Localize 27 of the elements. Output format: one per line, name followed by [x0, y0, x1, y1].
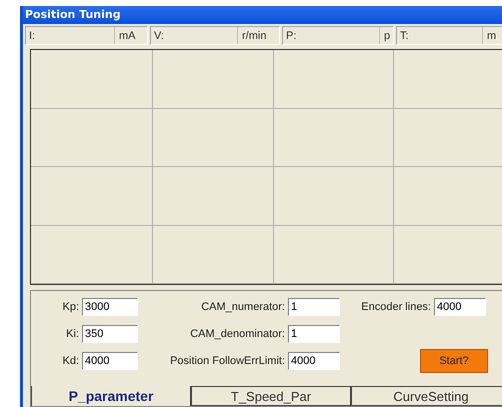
field-label: Kp:	[61, 301, 79, 313]
input-field[interactable]: 4000	[288, 352, 340, 370]
tab[interactable]: T_Speed_Par	[191, 386, 351, 406]
status-label: T:	[399, 30, 410, 42]
input-field[interactable]: 1	[288, 298, 340, 316]
status-unit: m	[482, 27, 502, 44]
field-label: Ki:	[65, 328, 79, 340]
tab[interactable]: P_parameter	[31, 386, 191, 406]
status-label: V:	[153, 30, 165, 42]
input-field[interactable]: 1	[288, 325, 340, 343]
start-button[interactable]: Start?	[420, 349, 488, 373]
status-label: I:	[28, 30, 36, 42]
tab[interactable]: CurveSetting	[351, 386, 502, 406]
input-field[interactable]: 350	[82, 325, 138, 343]
field-label: Position FollowErrLimit:	[169, 355, 285, 367]
status-label: P:	[285, 30, 298, 42]
input-field[interactable]: 4000	[434, 298, 486, 316]
status-unit: r/min	[237, 27, 279, 44]
status-unit: mA	[114, 27, 147, 44]
window-title: Position Tuning	[23, 6, 502, 24]
field-label: CAM_numerator:	[200, 301, 285, 313]
status-unit: p	[379, 27, 393, 44]
input-field[interactable]: 3000	[82, 298, 138, 316]
field-label: Kd:	[61, 355, 79, 367]
field-label: CAM_denominator:	[189, 328, 285, 340]
input-field[interactable]: 4000	[82, 352, 138, 370]
field-label: Encoder lines:	[360, 301, 431, 313]
